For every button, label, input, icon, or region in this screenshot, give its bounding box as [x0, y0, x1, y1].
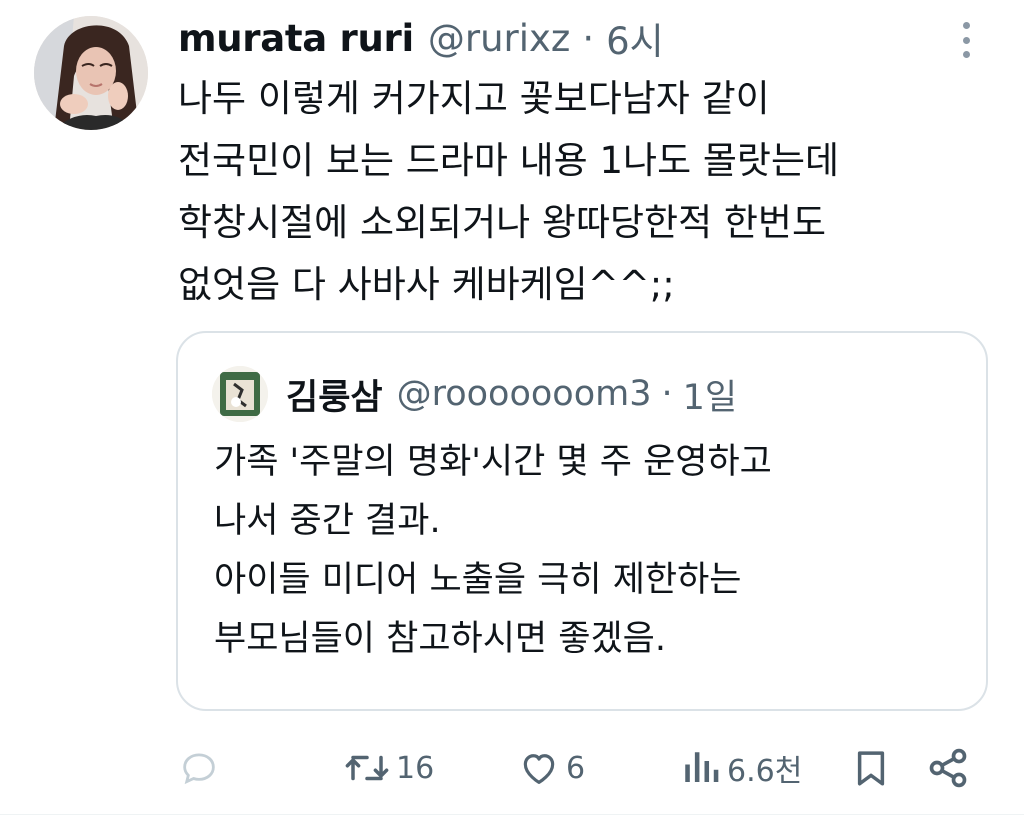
- quoted-author-avatar-image: [212, 366, 268, 422]
- quoted-tweet[interactable]: 김룽삼 @rooooooom3 · 1일 가족 '주말의 명화'시간 몇 주 운…: [176, 331, 988, 711]
- header-separator: ·: [582, 16, 595, 60]
- quoted-author-avatar: [212, 366, 268, 422]
- like-button[interactable]: 6: [518, 740, 585, 796]
- tweet-header: murata ruri @rurixz · 6시: [178, 12, 664, 64]
- quoted-author-name: 김룽삼: [286, 377, 383, 418]
- tweet-text-line: 전국민이 보는 드라마 내용 1나도 몰랏는데: [178, 139, 840, 182]
- bottom-divider: [0, 814, 1024, 815]
- quoted-tweet-timestamp: 1일: [682, 377, 738, 418]
- views-button[interactable]: 6.6천: [681, 740, 802, 796]
- tweet-action-bar: 16 6 6.6천: [0, 740, 1024, 796]
- tweet-text: 나두 이렇게 커가지고 꽃보다남자 같이 전국민이 보는 드라마 내용 1나도 …: [178, 68, 978, 316]
- retweet-icon: [345, 755, 389, 781]
- author-handle[interactable]: @rurixz: [428, 17, 570, 60]
- author-avatar[interactable]: [34, 16, 148, 130]
- views-count: 6.6천: [727, 754, 803, 789]
- quoted-tweet-text: 가족 '주말의 명화'시간 몇 주 운영하고 나서 중간 결과. 아이들 미디어…: [214, 433, 974, 669]
- tweet-text-line: 없엇음 다 사바사 케바케임^^;;: [178, 263, 675, 306]
- bookmark-button[interactable]: [850, 740, 892, 796]
- more-options-icon[interactable]: [956, 20, 976, 60]
- share-button[interactable]: [926, 740, 970, 796]
- reply-button[interactable]: [178, 740, 226, 796]
- reply-icon: [183, 753, 215, 785]
- quoted-tweet-header: 김룽삼 @rooooooom3 · 1일: [286, 366, 737, 422]
- share-icon: [929, 748, 967, 788]
- quoted-text-line: 부모님들이 참고하시면 좋겠음.: [214, 619, 666, 659]
- quoted-author-handle: @rooooooom3: [396, 374, 652, 414]
- author-avatar-image: [34, 16, 148, 130]
- like-count: 6: [566, 750, 586, 786]
- quoted-text-line: 가족 '주말의 명화'시간 몇 주 운영하고: [214, 442, 772, 482]
- bookmark-icon: [857, 751, 885, 786]
- views-bar-chart-icon: [685, 752, 719, 782]
- tweet-timestamp[interactable]: 6시: [606, 11, 664, 65]
- author-name[interactable]: murata ruri: [178, 17, 414, 60]
- tweet: murata ruri @rurixz · 6시 나두 이렇게 커가지고 꽃보다…: [0, 0, 1024, 818]
- retweet-button[interactable]: 16: [344, 740, 434, 796]
- tweet-text-line: 나두 이렇게 커가지고 꽃보다남자 같이: [178, 77, 770, 120]
- tweet-text-line: 학창시절에 소외되거나 왕따당한적 한번도: [178, 201, 827, 244]
- quoted-header-separator: ·: [661, 374, 673, 414]
- retweet-count: 16: [396, 750, 435, 786]
- heart-icon: [523, 754, 555, 784]
- quoted-text-line: 아이들 미디어 노출을 극히 제한하는: [214, 560, 742, 600]
- quoted-text-line: 나서 중간 결과.: [214, 501, 441, 541]
